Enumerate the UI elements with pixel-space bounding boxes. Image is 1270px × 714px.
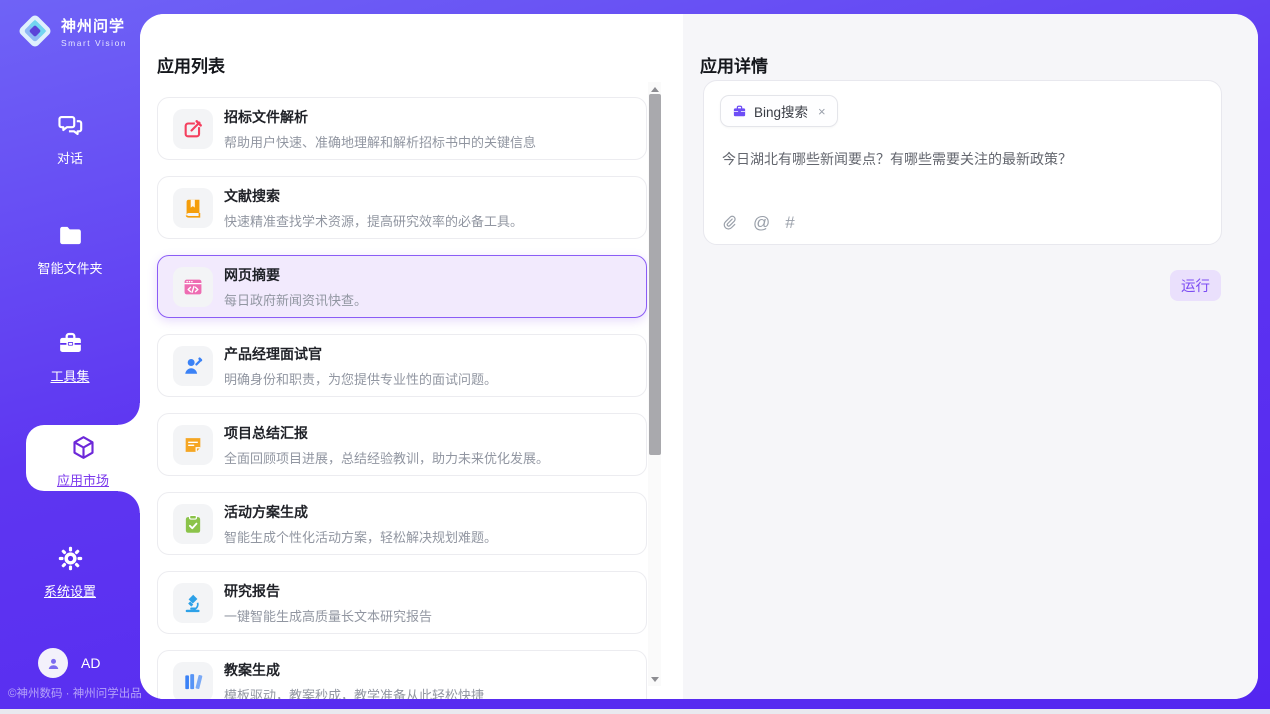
sidebar-item-settings[interactable]: 系统设置 [0,545,140,603]
user-row[interactable]: AD [38,648,100,678]
person-icon [45,655,62,672]
at-icon[interactable]: @ [753,214,770,231]
tab-curve-top [118,403,140,425]
book-icon [182,197,204,219]
app-card-title: 网页摘要 [224,265,367,285]
app-card-list: 招标文件解析 帮助用户快速、准确地理解和解析招标书中的关键信息 文献搜索 快速精… [157,97,647,699]
app-card-desc: 智能生成个性化活动方案，轻松解决规划难题。 [224,527,497,546]
app-card[interactable]: 网页摘要 每日政府新闻资讯快查。 [157,255,647,318]
interviewer-icon [182,355,204,377]
sidebar-item-smart-folder[interactable]: 智能文件夹 [0,222,140,280]
app-card-title: 产品经理面试官 [224,344,497,364]
folder-icon [57,222,84,249]
chat-icon [57,112,84,139]
app-list-title: 应用列表 [157,52,225,77]
briefcase-icon [732,104,747,119]
app-card[interactable]: 产品经理面试官 明确身份和职责，为您提供专业性的面试问题。 [157,334,647,397]
app-card[interactable]: 项目总结汇报 全面回顾项目进展，总结经验教训，助力未来优化发展。 [157,413,647,476]
copyright-text: ©神州数码 · 神州问学出品 [8,685,142,701]
sidebar-item-chat[interactable]: 对话 [0,112,140,170]
bottom-edge-strip [0,709,1270,714]
scrollbar-thumb[interactable] [649,94,661,455]
sidebar-item-toolset[interactable]: 工具集 [0,330,140,388]
run-button[interactable]: 运行 [1170,270,1221,301]
brand-tagline: Smart Vision [61,38,127,48]
browser-code-icon [182,276,204,298]
scrollbar[interactable] [648,82,661,686]
app-card[interactable]: 招标文件解析 帮助用户快速、准确地理解和解析招标书中的关键信息 [157,97,647,160]
tab-curve-bottom [118,491,140,513]
books-icon [182,671,204,693]
note-icon [182,434,204,456]
app-card-title: 教案生成 [224,660,484,680]
brand-name: 神州问学 [61,15,127,36]
app-card[interactable]: 研究报告 一键智能生成高质量长文本研究报告 [157,571,647,634]
prompt-text[interactable]: 今日湖北有哪些新闻要点？有哪些需要关注的最新政策？ [722,149,1202,170]
app-card[interactable]: 活动方案生成 智能生成个性化活动方案，轻松解决规划难题。 [157,492,647,555]
app-card-desc: 全面回顾项目进展，总结经验教训，助力未来优化发展。 [224,448,549,467]
content-panel: 应用列表 招标文件解析 帮助用户快速、准确地理解和解析招标书中的关键信息 文献搜… [140,14,1258,699]
composer-toolbar: @ # [721,214,795,231]
tool-tag-bing-search[interactable]: Bing搜索 × [720,95,838,127]
app-card-title: 项目总结汇报 [224,423,549,443]
app-card[interactable]: 教案生成 模板驱动，教案秒成，教学准备从此轻松快捷 [157,650,647,699]
app-card-desc: 帮助用户快速、准确地理解和解析招标书中的关键信息 [224,132,536,151]
gear-icon [57,545,84,572]
app-card-desc: 一键智能生成高质量长文本研究报告 [224,606,432,625]
sidebar: 神州问学 Smart Vision 对话 智能文件夹 工具集 应用市场 系统设置… [0,0,140,709]
user-name: AD [81,655,100,671]
cube-icon [70,434,97,461]
toolbox-icon [57,330,84,357]
app-detail-title: 应用详情 [700,52,768,77]
app-card-title: 文献搜索 [224,186,523,206]
app-detail-panel: 应用详情 Bing搜索 × 今日湖北有哪些新闻要点？有哪些需要关注的最新政策？ … [683,14,1258,699]
app-card-desc: 明确身份和职责，为您提供专业性的面试问题。 [224,369,497,388]
tool-tag-label: Bing搜索 [754,101,808,121]
brand-logo: 神州问学 Smart Vision [16,12,127,50]
app-list-panel: 应用列表 招标文件解析 帮助用户快速、准确地理解和解析招标书中的关键信息 文献搜… [140,14,683,699]
app-card-desc: 模板驱动，教案秒成，教学准备从此轻松快捷 [224,685,484,700]
prompt-card: Bing搜索 × 今日湖北有哪些新闻要点？有哪些需要关注的最新政策？ @ # [703,80,1222,245]
clipboard-check-icon [182,513,204,535]
scroll-down-icon[interactable] [648,672,661,686]
microscope-icon [182,592,204,614]
paperclip-icon[interactable] [721,214,738,231]
edit-document-icon [182,118,204,140]
close-icon[interactable]: × [818,104,826,119]
app-card-desc: 快速精准查找学术资源，提高研究效率的必备工具。 [224,211,523,230]
app-card-title: 活动方案生成 [224,502,497,522]
app-window: { "brand": { "name": "神州问学", "tagline": … [0,0,1270,714]
avatar[interactable] [38,648,68,678]
hash-icon[interactable]: # [785,214,794,231]
app-card-desc: 每日政府新闻资讯快查。 [224,290,367,309]
sidebar-item-app-market[interactable]: 应用市场 [26,425,140,491]
app-card[interactable]: 文献搜索 快速精准查找学术资源，提高研究效率的必备工具。 [157,176,647,239]
app-card-title: 研究报告 [224,581,432,601]
diamond-gem-icon [16,12,54,50]
app-card-title: 招标文件解析 [224,107,536,127]
